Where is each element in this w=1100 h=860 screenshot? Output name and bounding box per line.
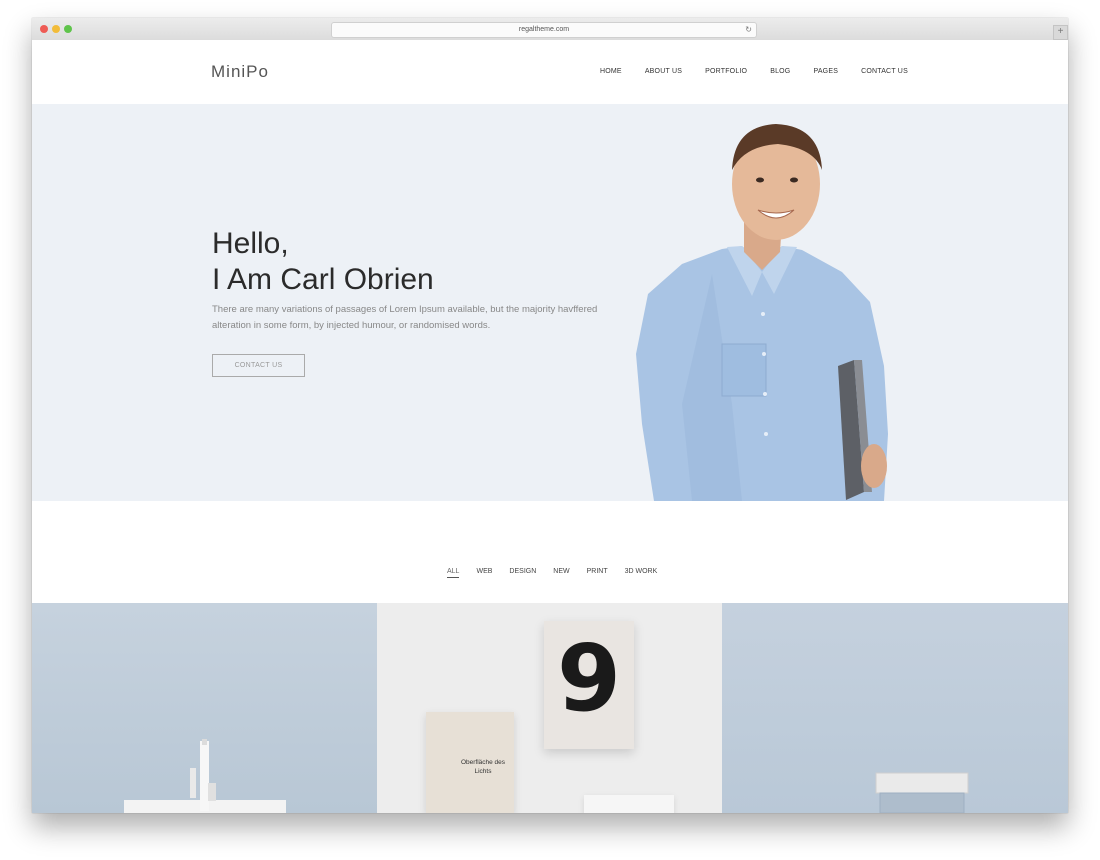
filter-design[interactable]: DESIGN — [509, 568, 536, 578]
nav-pages[interactable]: PAGES — [813, 68, 838, 75]
poster-card: 9 — [544, 621, 634, 749]
close-window-button[interactable] — [40, 25, 48, 33]
filter-all[interactable]: ALL — [447, 568, 460, 578]
browser-titlebar: regaltheme.com ↻ + — [32, 18, 1068, 41]
site-header: MiniPo HOME ABOUT US PORTFOLIO BLOG PAGE… — [32, 40, 1068, 104]
nav-home[interactable]: HOME — [600, 68, 622, 75]
new-tab-button[interactable]: + — [1053, 25, 1068, 40]
hero-person-image — [636, 124, 888, 501]
filter-3d-work[interactable]: 3D WORK — [625, 568, 658, 578]
hero-section: Hello, I Am Carl Obrien There are many v… — [32, 104, 1068, 501]
address-bar[interactable]: regaltheme.com ↻ — [331, 22, 757, 38]
filter-web[interactable]: WEB — [476, 568, 492, 578]
browser-window: regaltheme.com ↻ + MiniPo HOME ABOUT US … — [32, 18, 1068, 813]
main-nav: HOME ABOUT US PORTFOLIO BLOG PAGES CONTA… — [600, 68, 931, 75]
glass-container-image — [875, 772, 969, 813]
portfolio-filter: ALL WEB DESIGN NEW PRINT 3D WORK — [447, 568, 674, 578]
reload-icon[interactable]: ↻ — [745, 23, 752, 37]
filter-print[interactable]: PRINT — [587, 568, 608, 578]
minimize-window-button[interactable] — [52, 25, 60, 33]
filter-new[interactable]: NEW — [553, 568, 569, 578]
contact-us-button[interactable]: CONTACT US — [212, 354, 305, 377]
nav-portfolio[interactable]: PORTFOLIO — [705, 68, 747, 75]
portfolio-item-3[interactable] — [722, 603, 1068, 813]
nav-blog[interactable]: BLOG — [770, 68, 790, 75]
poster-number: 9 — [556, 625, 621, 732]
nav-contact-us[interactable]: CONTACT US — [861, 68, 908, 75]
portfolio-item-2[interactable]: 9 Oberfläche des Lichts — [377, 603, 722, 813]
nav-about-us[interactable]: ABOUT US — [645, 68, 682, 75]
book-title: Oberfläche des Lichts — [460, 759, 506, 775]
hero-title-line-1: Hello, — [212, 227, 289, 260]
hero-title: Hello, I Am Carl Obrien — [212, 226, 434, 298]
address-text: regaltheme.com — [518, 26, 570, 33]
zoom-window-button[interactable] — [64, 25, 72, 33]
pen-ruler-image — [124, 739, 286, 813]
small-card — [584, 795, 674, 813]
portfolio-item-1[interactable] — [32, 603, 377, 813]
site-logo[interactable]: MiniPo — [211, 62, 269, 82]
hero-description: There are many variations of passages of… — [212, 304, 598, 331]
book-card: Oberfläche des Lichts — [426, 712, 514, 813]
hero-title-line-2: I Am Carl Obrien — [212, 263, 434, 296]
